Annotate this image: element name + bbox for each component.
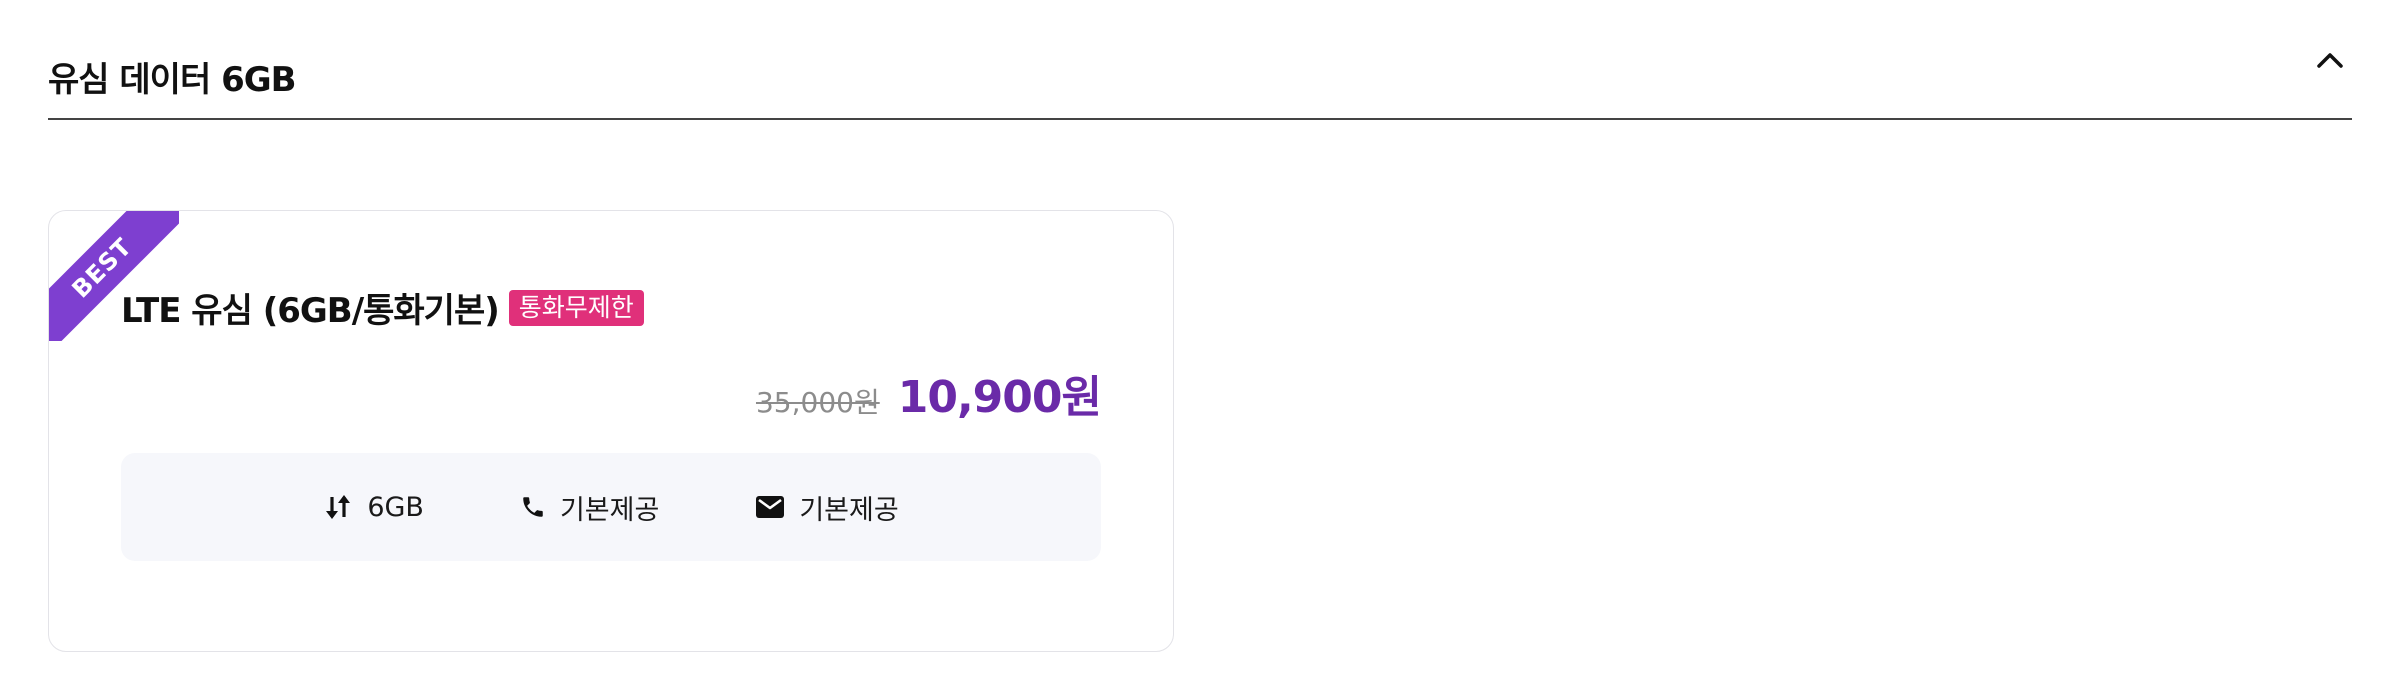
price-row: 35,000원 10,900원 xyxy=(755,361,1102,425)
feature-data: 6GB xyxy=(323,492,424,523)
plan-name-row: LTE 유심 (6GB/통화기본) 통화무제한 xyxy=(121,283,644,332)
feature-call: 기본제공 xyxy=(520,488,659,527)
original-price: 35,000원 xyxy=(755,386,880,419)
plan-card[interactable]: BEST LTE 유심 (6GB/통화기본) 통화무제한 35,000원 10,… xyxy=(48,210,1174,652)
feature-box: 6GB 기본제공 기본제공 xyxy=(121,453,1101,561)
feature-call-text: 기본제공 xyxy=(559,494,660,526)
data-transfer-icon xyxy=(323,493,353,521)
feature-data-text: 6GB xyxy=(367,491,424,523)
phone-icon xyxy=(520,494,546,520)
section-header: 유심 데이터 6GB xyxy=(48,0,2352,120)
chevron-up-icon xyxy=(2316,51,2344,73)
plan-title: LTE 유심 (6GB/통화기본) xyxy=(121,291,500,331)
mail-icon xyxy=(755,494,785,520)
feature-message: 기본제공 xyxy=(755,488,899,527)
plan-tag: 통화무제한 xyxy=(508,289,644,326)
feature-message-text: 기본제공 xyxy=(799,494,899,526)
sale-price: 10,900원 xyxy=(897,372,1102,423)
section-title: 유심 데이터 6GB xyxy=(48,60,297,100)
collapse-button[interactable] xyxy=(2308,40,2352,84)
